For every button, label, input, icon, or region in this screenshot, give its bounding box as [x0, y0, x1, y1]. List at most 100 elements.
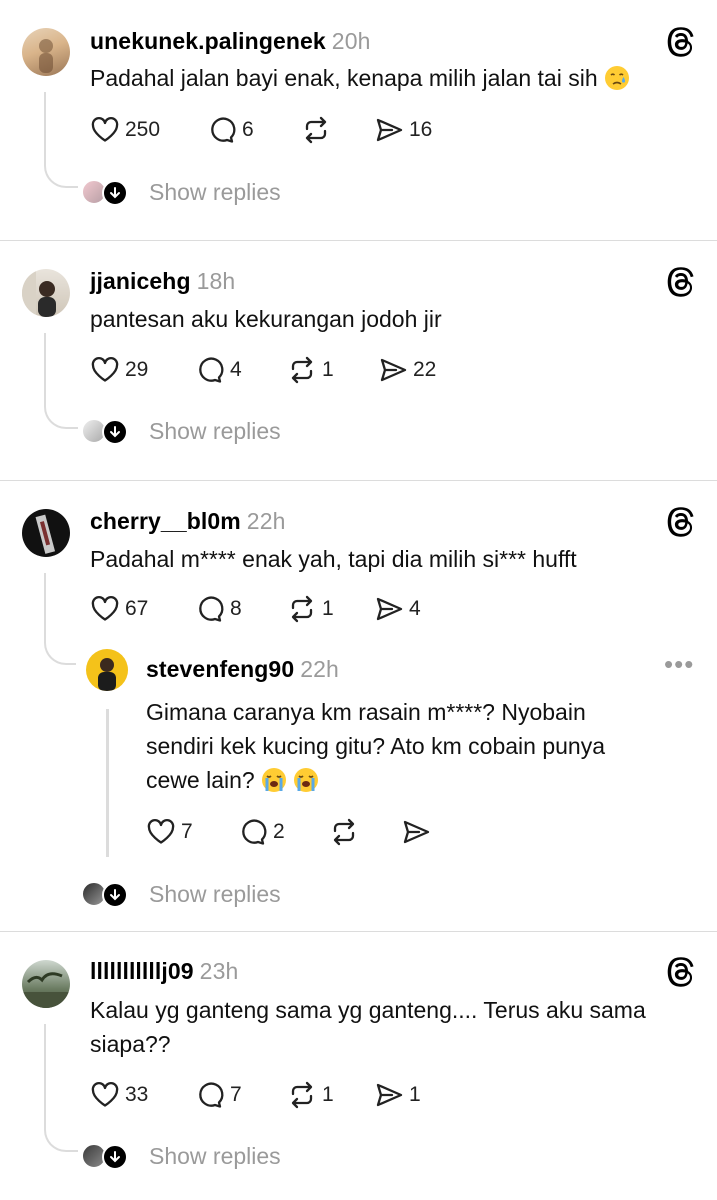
username-text[interactable]: lllllllllllj09 — [90, 958, 194, 984]
heart-icon — [91, 117, 119, 142]
send-icon — [376, 1083, 403, 1107]
post-text: Padahal jalan bayi enak, kenapa milih ja… — [90, 61, 630, 95]
loudly-crying-face-emoji-icon — [294, 768, 319, 792]
username-text[interactable]: jjanicehg — [90, 268, 191, 294]
comment-count: 4 — [230, 358, 242, 381]
thread-line — [44, 573, 76, 665]
like-count: 29 — [125, 358, 149, 381]
comment-count: 2 — [273, 820, 285, 843]
post-actions: 250 6 16 — [90, 115, 450, 145]
avatar[interactable] — [22, 960, 70, 1008]
send-icon — [403, 820, 430, 844]
arrow-down-icon — [102, 419, 128, 445]
threads-logo-icon[interactable] — [666, 506, 698, 538]
post-text-line-2: siapa?? — [90, 1031, 171, 1057]
reply-avatars[interactable] — [82, 180, 132, 206]
share-count: 16 — [409, 118, 433, 141]
username[interactable]: cherry__bl0m 22h — [90, 508, 285, 535]
avatar[interactable] — [22, 28, 70, 76]
threads-logo-icon[interactable] — [666, 26, 698, 58]
timestamp: 18h — [196, 268, 236, 294]
send-icon — [380, 358, 407, 382]
thread-line — [44, 92, 78, 188]
show-replies-button[interactable]: Show replies — [149, 179, 281, 206]
reply-actions: 7 2 — [146, 817, 446, 847]
share-button[interactable] — [401, 817, 431, 847]
like-button[interactable]: 67 — [90, 594, 148, 624]
repost-count: 1 — [322, 358, 334, 381]
thread-line — [44, 1024, 78, 1152]
reply-text-content: cewe lain? — [146, 767, 255, 793]
comment-icon — [199, 596, 224, 622]
like-button[interactable]: 29 — [90, 355, 148, 385]
reply-avatars[interactable] — [82, 882, 132, 908]
avatar[interactable] — [22, 509, 70, 557]
timestamp: 23h — [199, 958, 239, 984]
repost-count: 1 — [322, 1083, 334, 1106]
like-button[interactable]: 7 — [146, 817, 193, 847]
like-button[interactable]: 33 — [90, 1080, 148, 1110]
post-text: Padahal m**** enak yah, tapi dia milih s… — [90, 546, 577, 572]
post-text-content: Padahal jalan bayi enak, kenapa milih ja… — [90, 65, 598, 91]
share-button[interactable]: 16 — [374, 115, 432, 145]
repost-icon — [291, 356, 313, 384]
username-text[interactable]: cherry__bl0m — [90, 508, 241, 534]
timestamp: 20h — [331, 28, 371, 54]
like-count: 33 — [125, 1083, 149, 1106]
arrow-down-icon — [102, 180, 128, 206]
loudly-crying-face-emoji-icon — [262, 768, 287, 792]
show-replies-button[interactable]: Show replies — [149, 1143, 281, 1170]
heart-icon — [91, 596, 119, 621]
repost-button[interactable] — [301, 115, 336, 145]
share-count: 1 — [409, 1083, 421, 1106]
username-text[interactable]: stevenfeng90 — [146, 656, 294, 682]
repost-icon — [305, 116, 327, 144]
comment-button[interactable]: 7 — [195, 1080, 242, 1110]
repost-button[interactable]: 1 — [287, 594, 334, 624]
like-button[interactable]: 250 — [90, 115, 160, 145]
comment-icon — [199, 1082, 224, 1108]
more-options-icon[interactable]: ••• — [664, 651, 694, 677]
thread-line — [44, 333, 78, 429]
comment-count: 7 — [230, 1083, 242, 1106]
reply-avatars[interactable] — [82, 419, 132, 445]
reply-avatar[interactable] — [86, 649, 128, 691]
reply-username[interactable]: stevenfeng90 22h — [146, 656, 339, 683]
arrow-down-icon — [102, 882, 128, 908]
comment-icon — [211, 117, 236, 143]
timestamp: 22h — [300, 656, 339, 682]
reply-text-line-1: Gimana caranya km rasain m****? Nyobain — [146, 699, 586, 725]
share-button[interactable]: 1 — [374, 1080, 421, 1110]
avatar[interactable] — [22, 269, 70, 317]
share-button[interactable]: 4 — [374, 594, 421, 624]
threads-logo-icon[interactable] — [666, 266, 698, 298]
comment-button[interactable]: 4 — [195, 355, 242, 385]
post-actions: 67 8 1 4 — [90, 594, 450, 624]
post-actions: 29 4 1 22 — [90, 355, 450, 385]
comment-button[interactable]: 2 — [238, 817, 285, 847]
username[interactable]: unekunek.palingenek 20h — [90, 28, 370, 55]
post-text: pantesan aku kekurangan jodoh jir — [90, 306, 442, 332]
reply-avatars[interactable] — [82, 1144, 132, 1170]
heart-icon — [147, 819, 175, 844]
comment-icon — [199, 357, 224, 383]
username[interactable]: lllllllllllj09 23h — [90, 958, 238, 985]
post-actions: 33 7 1 1 — [90, 1080, 450, 1110]
show-replies-button[interactable]: Show replies — [149, 418, 281, 445]
send-icon — [376, 118, 403, 142]
comment-count: 8 — [230, 597, 242, 620]
heart-icon — [91, 357, 119, 382]
share-button[interactable]: 22 — [378, 355, 436, 385]
comment-button[interactable]: 6 — [207, 115, 254, 145]
repost-icon — [291, 595, 313, 623]
username[interactable]: jjanicehg 18h — [90, 268, 235, 295]
threads-logo-icon[interactable] — [666, 956, 698, 988]
show-replies-button[interactable]: Show replies — [149, 881, 281, 908]
repost-button[interactable]: 1 — [287, 1080, 334, 1110]
post-jjanicehg: jjanicehg 18h pantesan aku kekurangan jod… — [0, 241, 717, 480]
comment-icon — [242, 819, 267, 845]
username-text[interactable]: unekunek.palingenek — [90, 28, 326, 54]
repost-button[interactable]: 1 — [287, 355, 334, 385]
comment-button[interactable]: 8 — [195, 594, 242, 624]
repost-button[interactable] — [329, 817, 359, 847]
